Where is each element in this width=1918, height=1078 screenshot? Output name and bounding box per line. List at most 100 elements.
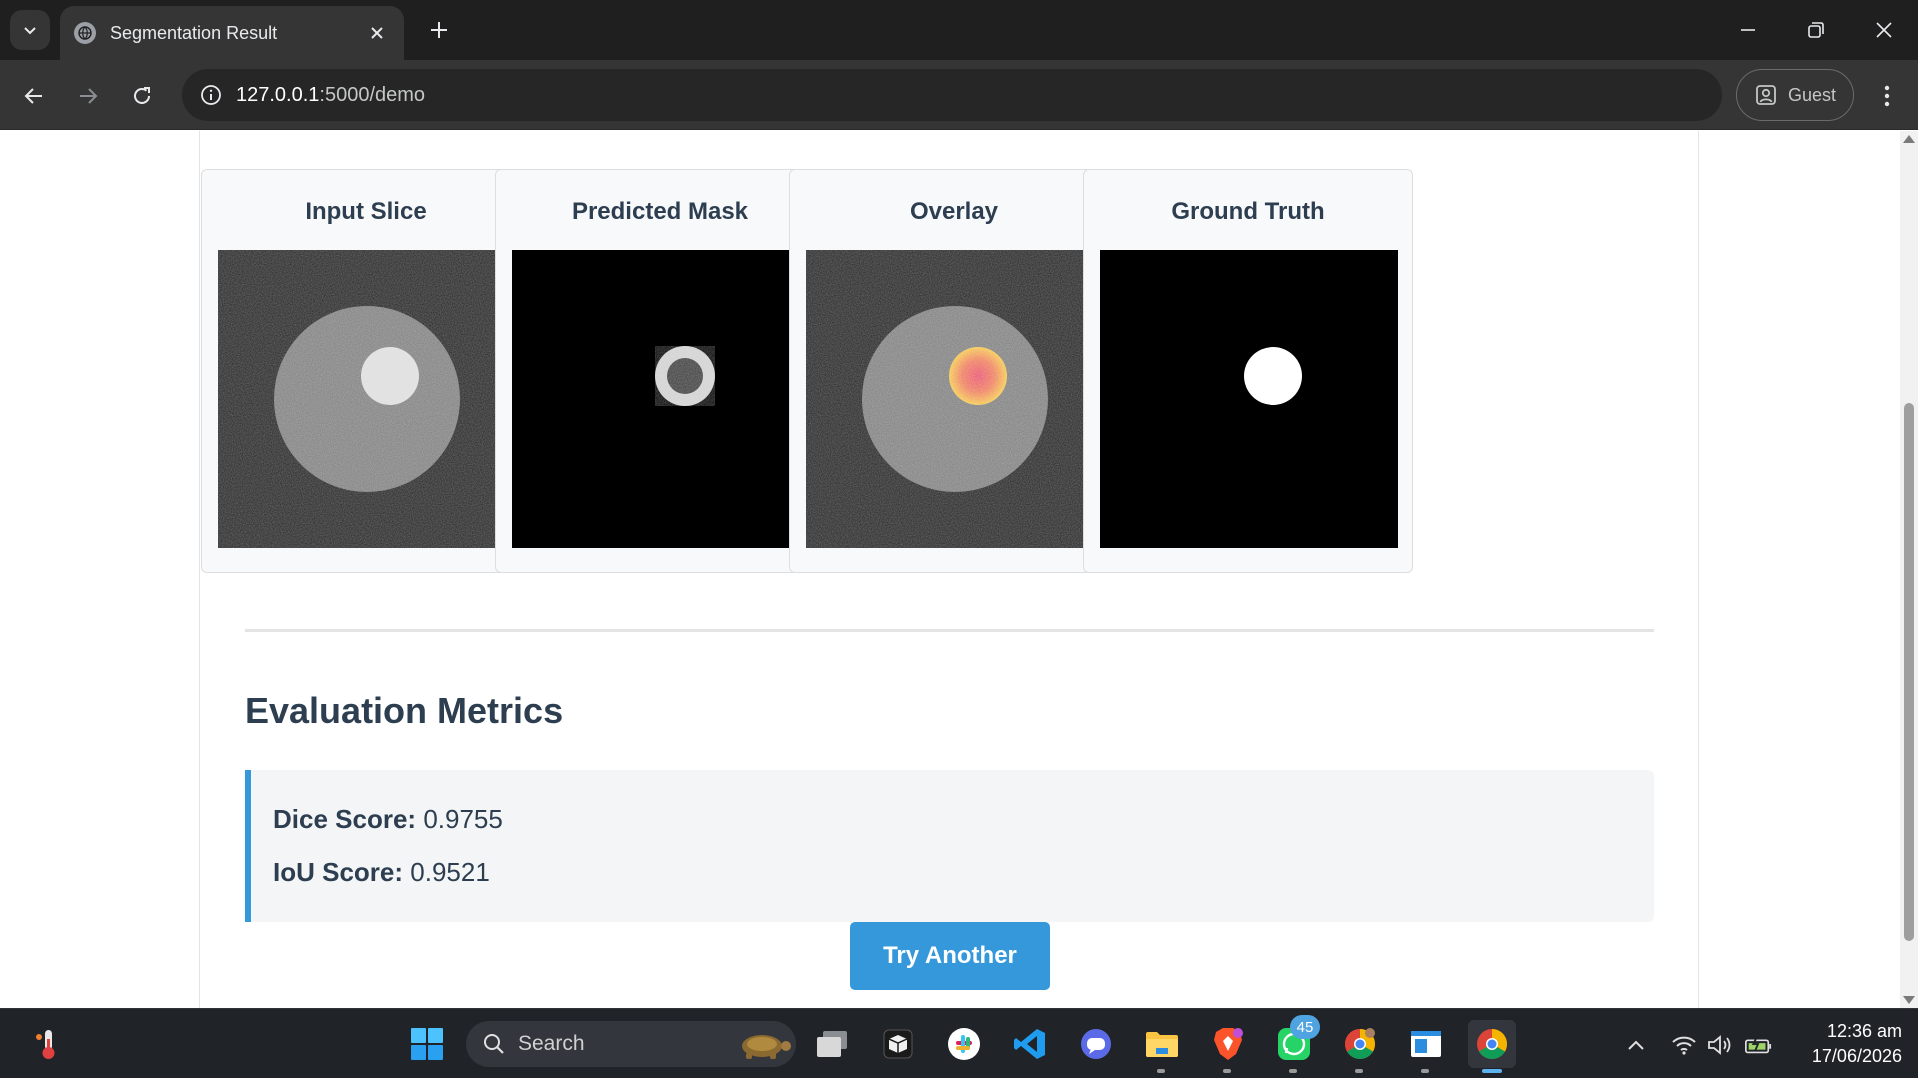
chrome-profile-button[interactable]: [1336, 1020, 1384, 1068]
window-close-button[interactable]: [1864, 12, 1904, 48]
metrics-heading: Evaluation Metrics: [245, 690, 564, 731]
back-icon: [24, 88, 42, 104]
back-button[interactable]: [16, 78, 52, 114]
panel-title: Input Slice: [305, 198, 427, 225]
brave-button[interactable]: [1204, 1020, 1252, 1068]
url-text: 127.0.0.1:5000/demo: [236, 83, 426, 106]
task-view-icon: [817, 1031, 847, 1057]
close-icon: [1876, 22, 1892, 38]
running-indicator: [1223, 1069, 1231, 1073]
task-view-button[interactable]: [808, 1020, 856, 1068]
dice-metric: Dice Score: 0.9755: [273, 804, 1632, 835]
browser-tab-bar: Segmentation Result: [0, 0, 1918, 60]
running-indicator: [1355, 1069, 1363, 1073]
panel-title: Overlay: [909, 198, 999, 225]
forward-icon: [80, 88, 98, 104]
vscode-button[interactable]: [1006, 1020, 1054, 1068]
predicted-mask-image: [512, 250, 810, 548]
scroll-up-arrow[interactable]: [1903, 135, 1915, 143]
page-scrollbar[interactable]: [1900, 131, 1918, 1008]
folder-icon: [1146, 1032, 1178, 1057]
taskbar: Search 12:36 am 17/06/2026: [0, 1008, 1918, 1078]
battery-button[interactable]: [1744, 1031, 1772, 1059]
search-icon: [484, 1034, 504, 1054]
info-icon[interactable]: [198, 82, 224, 108]
search-label: Search: [518, 1032, 585, 1055]
overlay-image: [806, 250, 1104, 548]
forward-button[interactable]: [70, 78, 106, 114]
show-hidden-icons-button[interactable]: [1622, 1031, 1650, 1059]
clock-date: 17/06/2026: [1811, 1046, 1902, 1066]
window-app-button[interactable]: [1402, 1020, 1450, 1068]
chevron-up-icon: [1628, 1040, 1644, 1050]
thermometer-icon: [36, 1030, 55, 1059]
running-indicator: [1157, 1069, 1165, 1073]
scroll-down-arrow[interactable]: [1903, 996, 1915, 1004]
ground-truth-image: [1100, 250, 1398, 548]
wifi-icon: [1672, 1036, 1696, 1055]
chevron-down-icon: [24, 27, 36, 35]
restore-button[interactable]: [1796, 12, 1836, 48]
address-bar[interactable]: 127.0.0.1:5000/demo: [182, 69, 1722, 121]
metrics-box: Dice Score: 0.9755 IoU Score: 0.9521: [245, 770, 1654, 922]
taskbar-search[interactable]: Search: [466, 1021, 796, 1067]
new-tab-button[interactable]: [424, 15, 454, 45]
restore-icon: [1808, 22, 1824, 38]
section-divider: [245, 629, 1654, 632]
clock-time: 12:36 am: [1826, 1021, 1902, 1041]
tab-search-button[interactable]: [10, 10, 50, 50]
cube-icon: [883, 1029, 913, 1059]
volume-icon: [1708, 1035, 1731, 1055]
profile-button[interactable]: Guest: [1736, 69, 1854, 121]
running-indicator: [1289, 1069, 1297, 1073]
iou-metric: IoU Score: 0.9521: [273, 857, 1632, 888]
panel-input-slice: Input Slice: [201, 169, 531, 573]
file-explorer-button[interactable]: [1138, 1020, 1186, 1068]
reload-icon: [134, 87, 150, 104]
dice-value: 0.9755: [423, 804, 503, 834]
weather-widget[interactable]: [24, 1020, 72, 1068]
chrome-icon: [1477, 1029, 1508, 1060]
reload-button[interactable]: [124, 78, 160, 114]
panel-ground-truth: Ground Truth: [1083, 169, 1413, 573]
panel-predicted-mask: Predicted Mask: [495, 169, 825, 573]
chat-app-button[interactable]: [1072, 1020, 1120, 1068]
try-another-button[interactable]: Try Another: [850, 922, 1050, 990]
slack-button[interactable]: [940, 1020, 988, 1068]
windows-start-icon: [411, 1028, 443, 1060]
profile-icon: [1756, 85, 1776, 105]
window-app-icon: [1411, 1031, 1441, 1057]
turtle-icon: [742, 1035, 791, 1059]
tab-close-button[interactable]: [364, 20, 390, 46]
minimize-icon: [1741, 29, 1755, 31]
browser-tab[interactable]: Segmentation Result: [60, 6, 404, 60]
wifi-button[interactable]: [1670, 1031, 1698, 1059]
vscode-icon: [1014, 1029, 1045, 1059]
iou-label: IoU Score:: [273, 857, 404, 887]
brave-icon: [1214, 1028, 1243, 1060]
whatsapp-badge: 45: [1290, 1015, 1320, 1039]
active-indicator: [1482, 1069, 1502, 1073]
system-clock[interactable]: 12:36 am 17/06/2026: [1790, 1019, 1902, 1069]
globe-icon: [74, 22, 96, 44]
chat-icon: [1081, 1029, 1111, 1059]
chrome-button[interactable]: [1468, 1020, 1516, 1068]
battery-icon: [1745, 1036, 1772, 1054]
panel-title: Predicted Mask: [571, 198, 749, 225]
tab-title: Segmentation Result: [110, 22, 278, 43]
cube-app-button[interactable]: [874, 1020, 922, 1068]
close-icon: [371, 27, 383, 39]
result-card: Input Slice Predicted Mask Overlay Groun…: [199, 131, 1699, 1008]
iou-value: 0.9521: [410, 857, 490, 887]
input-slice-image: [218, 250, 516, 548]
browser-menu-button[interactable]: [1872, 78, 1902, 114]
page-viewport: Input Slice Predicted Mask Overlay Groun…: [0, 131, 1900, 1008]
minimize-button[interactable]: [1728, 12, 1768, 48]
volume-button[interactable]: [1706, 1031, 1734, 1059]
plus-icon: [431, 22, 447, 38]
kebab-icon: [1884, 85, 1890, 107]
browser-toolbar: 127.0.0.1:5000/demo Guest: [0, 60, 1918, 130]
scroll-thumb[interactable]: [1904, 403, 1914, 941]
start-button[interactable]: [403, 1020, 451, 1068]
chrome-icon: [1344, 1028, 1376, 1060]
